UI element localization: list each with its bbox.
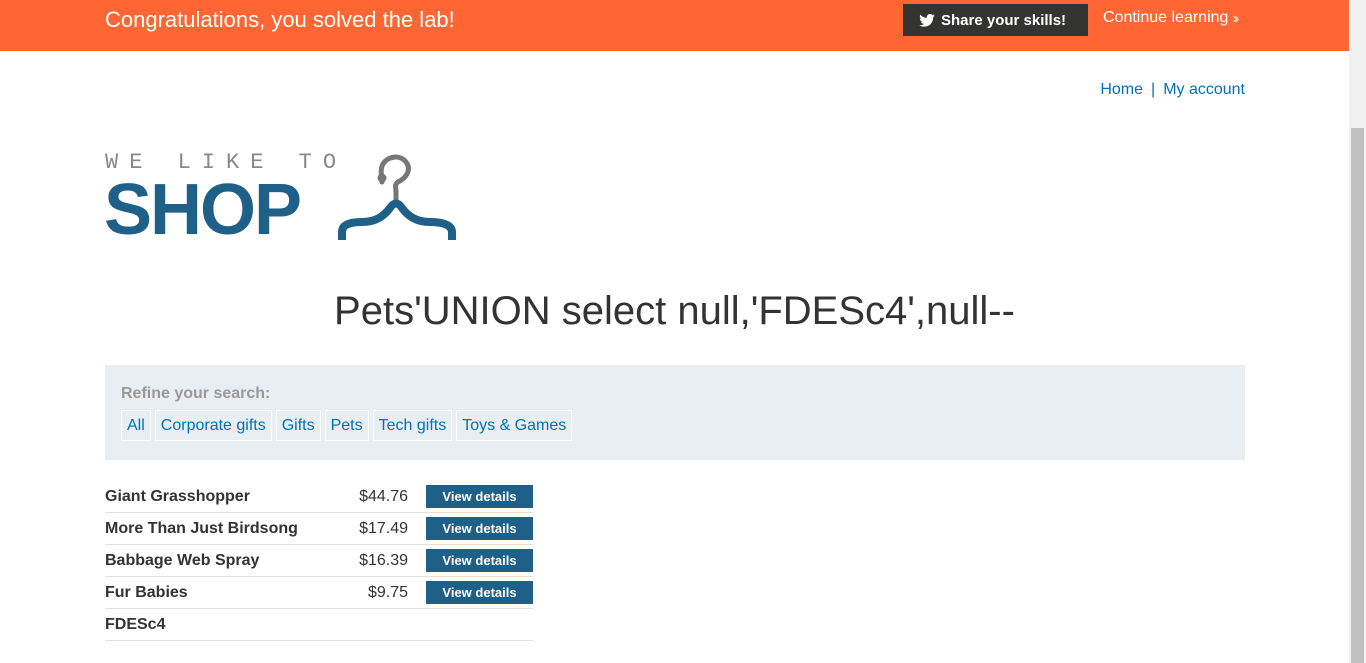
my-account-link[interactable]: My account	[1163, 81, 1245, 98]
share-skills-button[interactable]: Share your skills!	[903, 4, 1088, 36]
view-details-button[interactable]: View details	[426, 581, 533, 604]
filter-panel: Refine your search: All Corporate gifts …	[105, 365, 1245, 460]
filter-tech-gifts[interactable]: Tech gifts	[372, 410, 453, 441]
view-details-button[interactable]: View details	[426, 549, 533, 572]
filter-pets[interactable]: Pets	[324, 410, 369, 441]
shop-logo[interactable]: WE LIKE TO SHOP	[104, 150, 464, 250]
share-skills-label: Share your skills!	[941, 11, 1067, 29]
product-table: Giant Grasshopper $44.76 View details Mo…	[105, 481, 533, 641]
nav-separator: |	[1151, 81, 1156, 98]
continue-learning-label: Continue learning	[1103, 9, 1229, 26]
search-results-heading: Pets'UNION select null,'FDESc4',null--	[334, 289, 1015, 333]
filter-label: Refine your search:	[121, 385, 271, 402]
product-price: $44.76	[335, 481, 426, 513]
table-row: FDESc4	[105, 608, 533, 641]
continue-learning-link[interactable]: Continue learning ››	[1103, 9, 1239, 27]
product-price	[335, 608, 426, 641]
scrollbar-thumb[interactable]	[1351, 128, 1364, 663]
filter-links: All Corporate gifts Gifts Pets Tech gift…	[121, 410, 576, 441]
home-link[interactable]: Home	[1100, 81, 1143, 98]
filter-gifts[interactable]: Gifts	[275, 410, 321, 441]
product-price: $16.39	[335, 544, 426, 577]
product-name: More Than Just Birdsong	[105, 512, 335, 545]
filter-all[interactable]: All	[121, 410, 151, 441]
table-row: Fur Babies $9.75 View details	[105, 576, 533, 609]
table-row: Giant Grasshopper $44.76 View details	[105, 481, 533, 513]
empty-action-cell	[426, 608, 533, 641]
double-chevron-right-icon: ››	[1232, 9, 1239, 27]
filter-toys-games[interactable]: Toys & Games	[456, 410, 573, 441]
product-name: FDESc4	[105, 608, 335, 641]
hanger-icon	[338, 154, 456, 240]
banner-title: Congratulations, you solved the lab!	[105, 7, 455, 32]
twitter-icon	[919, 13, 935, 27]
product-name: Babbage Web Spray	[105, 544, 335, 577]
product-price: $17.49	[335, 512, 426, 545]
lab-solved-banner: Congratulations, you solved the lab! Sha…	[0, 0, 1349, 51]
product-price: $9.75	[335, 576, 426, 609]
view-details-button[interactable]: View details	[426, 517, 533, 540]
product-name: Giant Grasshopper	[105, 481, 335, 513]
table-row: Babbage Web Spray $16.39 View details	[105, 544, 533, 577]
logo-wordmark: SHOP	[104, 170, 302, 250]
filter-corporate-gifts[interactable]: Corporate gifts	[154, 410, 272, 441]
table-row: More Than Just Birdsong $17.49 View deta…	[105, 512, 533, 545]
view-details-button[interactable]: View details	[426, 485, 533, 508]
product-name: Fur Babies	[105, 576, 335, 609]
top-nav: Home | My account	[1100, 81, 1245, 99]
